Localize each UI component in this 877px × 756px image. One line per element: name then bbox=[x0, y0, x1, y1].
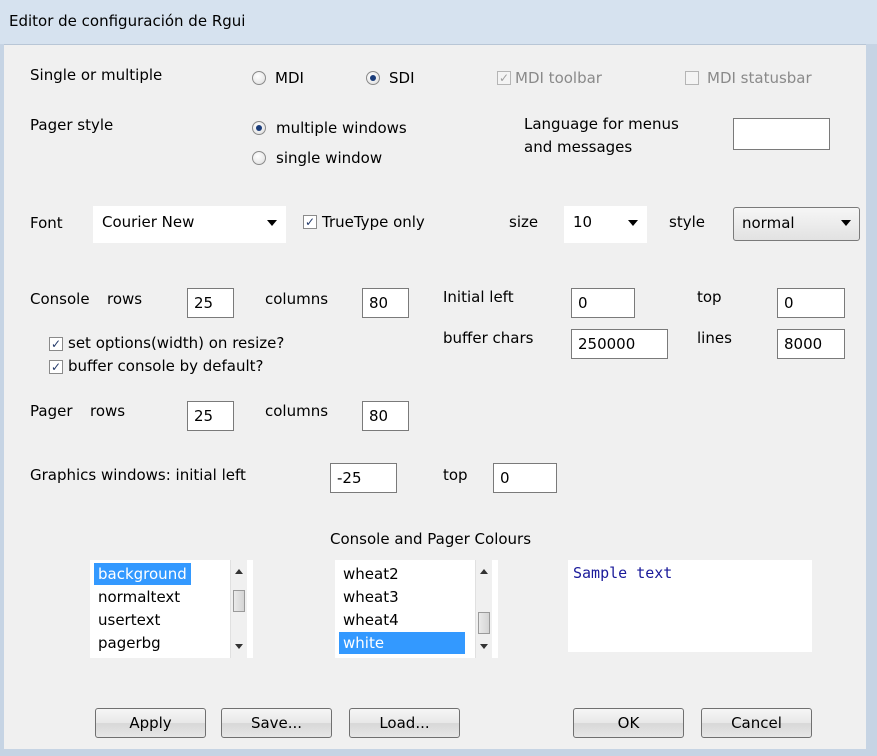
chevron-down-icon bbox=[267, 220, 277, 226]
window-border-right bbox=[866, 44, 877, 756]
multiple-windows-radio[interactable] bbox=[252, 121, 266, 135]
lines-label: lines bbox=[697, 329, 732, 347]
truetype-checkbox[interactable]: ✓ bbox=[303, 215, 317, 229]
pager-label: Pager bbox=[30, 402, 73, 420]
window-border-bottom bbox=[0, 749, 877, 756]
buffer-default-checkbox[interactable]: ✓ bbox=[49, 360, 63, 374]
single-window-radio[interactable] bbox=[252, 151, 266, 165]
pager-rows-input[interactable]: 25 bbox=[187, 401, 234, 431]
initial-left-label: Initial left bbox=[443, 288, 514, 306]
pager-style-label: Pager style bbox=[30, 116, 114, 134]
style-dropdown[interactable]: normal bbox=[733, 207, 860, 241]
title-bar[interactable]: Editor de configuración de Rgui bbox=[0, 0, 877, 45]
list-item-pagerbg[interactable]: pagerbg bbox=[94, 632, 165, 654]
pager-rows-label: rows bbox=[90, 402, 126, 420]
mdi-statusbar-label: MDI statusbar bbox=[707, 69, 812, 87]
load-button[interactable]: Load... bbox=[349, 708, 460, 738]
element-list-scrollbar[interactable] bbox=[230, 560, 247, 658]
sample-text: Sample text bbox=[573, 564, 673, 582]
buffer-default-label[interactable]: buffer console by default? bbox=[68, 357, 264, 375]
sdi-label[interactable]: SDI bbox=[389, 69, 415, 87]
console-columns-label: columns bbox=[265, 290, 329, 308]
mdi-radio[interactable] bbox=[252, 71, 266, 85]
sample-text-box: Sample text bbox=[568, 560, 812, 652]
scrollbar-thumb[interactable] bbox=[233, 590, 245, 612]
scroll-down-arrow-icon[interactable] bbox=[480, 644, 488, 649]
language-label-line1: Language for menus bbox=[524, 115, 679, 133]
colours-heading: Console and Pager Colours bbox=[330, 530, 532, 548]
sdi-radio[interactable] bbox=[366, 71, 380, 85]
truetype-label[interactable]: TrueType only bbox=[322, 213, 425, 231]
console-top-label: top bbox=[697, 288, 722, 306]
pager-columns-input[interactable]: 80 bbox=[362, 401, 409, 431]
list-item-background[interactable]: background bbox=[94, 563, 191, 585]
window-border-left bbox=[0, 44, 4, 756]
graphics-left-input[interactable]: -25 bbox=[330, 463, 397, 493]
mode-label: Single or multiple bbox=[30, 66, 163, 84]
console-rows-label: rows bbox=[107, 290, 143, 308]
language-label-line2: and messages bbox=[524, 138, 633, 156]
buffer-chars-label: buffer chars bbox=[443, 329, 534, 347]
console-top-input[interactable]: 0 bbox=[777, 288, 845, 318]
list-item-normaltext[interactable]: normaltext bbox=[94, 586, 184, 608]
style-label: style bbox=[669, 213, 705, 231]
list-item-wheat4[interactable]: wheat4 bbox=[339, 609, 403, 631]
size-value: 10 bbox=[573, 213, 593, 231]
scroll-down-arrow-icon[interactable] bbox=[235, 644, 243, 649]
initial-left-input[interactable]: 0 bbox=[571, 288, 635, 318]
style-value: normal bbox=[742, 214, 795, 232]
font-dropdown[interactable]: Courier New bbox=[93, 206, 286, 243]
ok-button[interactable]: OK bbox=[573, 708, 684, 738]
list-item-usertext[interactable]: usertext bbox=[94, 609, 164, 631]
mdi-toolbar-label: MDI toolbar bbox=[515, 69, 602, 87]
mdi-statusbar-checkbox bbox=[685, 71, 699, 85]
scroll-up-arrow-icon[interactable] bbox=[480, 569, 488, 574]
window-title: Editor de configuración de Rgui bbox=[9, 12, 246, 30]
apply-button[interactable]: Apply bbox=[95, 708, 206, 738]
colour-name-list[interactable]: wheat2 wheat3 wheat4 white bbox=[335, 560, 498, 658]
graphics-top-input[interactable]: 0 bbox=[493, 463, 557, 493]
set-options-checkbox[interactable]: ✓ bbox=[49, 337, 63, 351]
colour-list-scrollbar[interactable] bbox=[475, 560, 492, 658]
cancel-button[interactable]: Cancel bbox=[701, 708, 812, 738]
buffer-chars-input[interactable]: 250000 bbox=[571, 329, 668, 359]
chevron-down-icon bbox=[841, 220, 851, 226]
size-label: size bbox=[509, 213, 539, 231]
graphics-left-label: Graphics windows: initial left bbox=[30, 466, 246, 484]
set-options-label[interactable]: set options(width) on resize? bbox=[68, 334, 284, 352]
list-item-wheat2[interactable]: wheat2 bbox=[339, 563, 403, 585]
mdi-label[interactable]: MDI bbox=[275, 69, 304, 87]
console-label: Console bbox=[30, 290, 90, 308]
console-rows-input[interactable]: 25 bbox=[187, 288, 234, 318]
graphics-top-label: top bbox=[443, 466, 468, 484]
language-input[interactable] bbox=[733, 118, 830, 150]
multiple-windows-label[interactable]: multiple windows bbox=[276, 119, 407, 137]
list-item-white[interactable]: white bbox=[339, 632, 465, 654]
mdi-toolbar-checkbox: ✓ bbox=[497, 71, 511, 85]
scroll-up-arrow-icon[interactable] bbox=[235, 569, 243, 574]
font-label: Font bbox=[30, 214, 63, 232]
single-window-label[interactable]: single window bbox=[276, 149, 382, 167]
size-dropdown[interactable]: 10 bbox=[564, 206, 647, 243]
chevron-down-icon bbox=[628, 220, 638, 226]
lines-input[interactable]: 8000 bbox=[777, 329, 845, 359]
colour-element-list[interactable]: background normaltext usertext pagerbg bbox=[90, 560, 253, 658]
list-item-wheat3[interactable]: wheat3 bbox=[339, 586, 403, 608]
font-value: Courier New bbox=[102, 213, 195, 231]
pager-columns-label: columns bbox=[265, 402, 329, 420]
console-columns-input[interactable]: 80 bbox=[362, 288, 409, 318]
save-button[interactable]: Save... bbox=[221, 708, 332, 738]
scrollbar-thumb[interactable] bbox=[478, 612, 490, 634]
